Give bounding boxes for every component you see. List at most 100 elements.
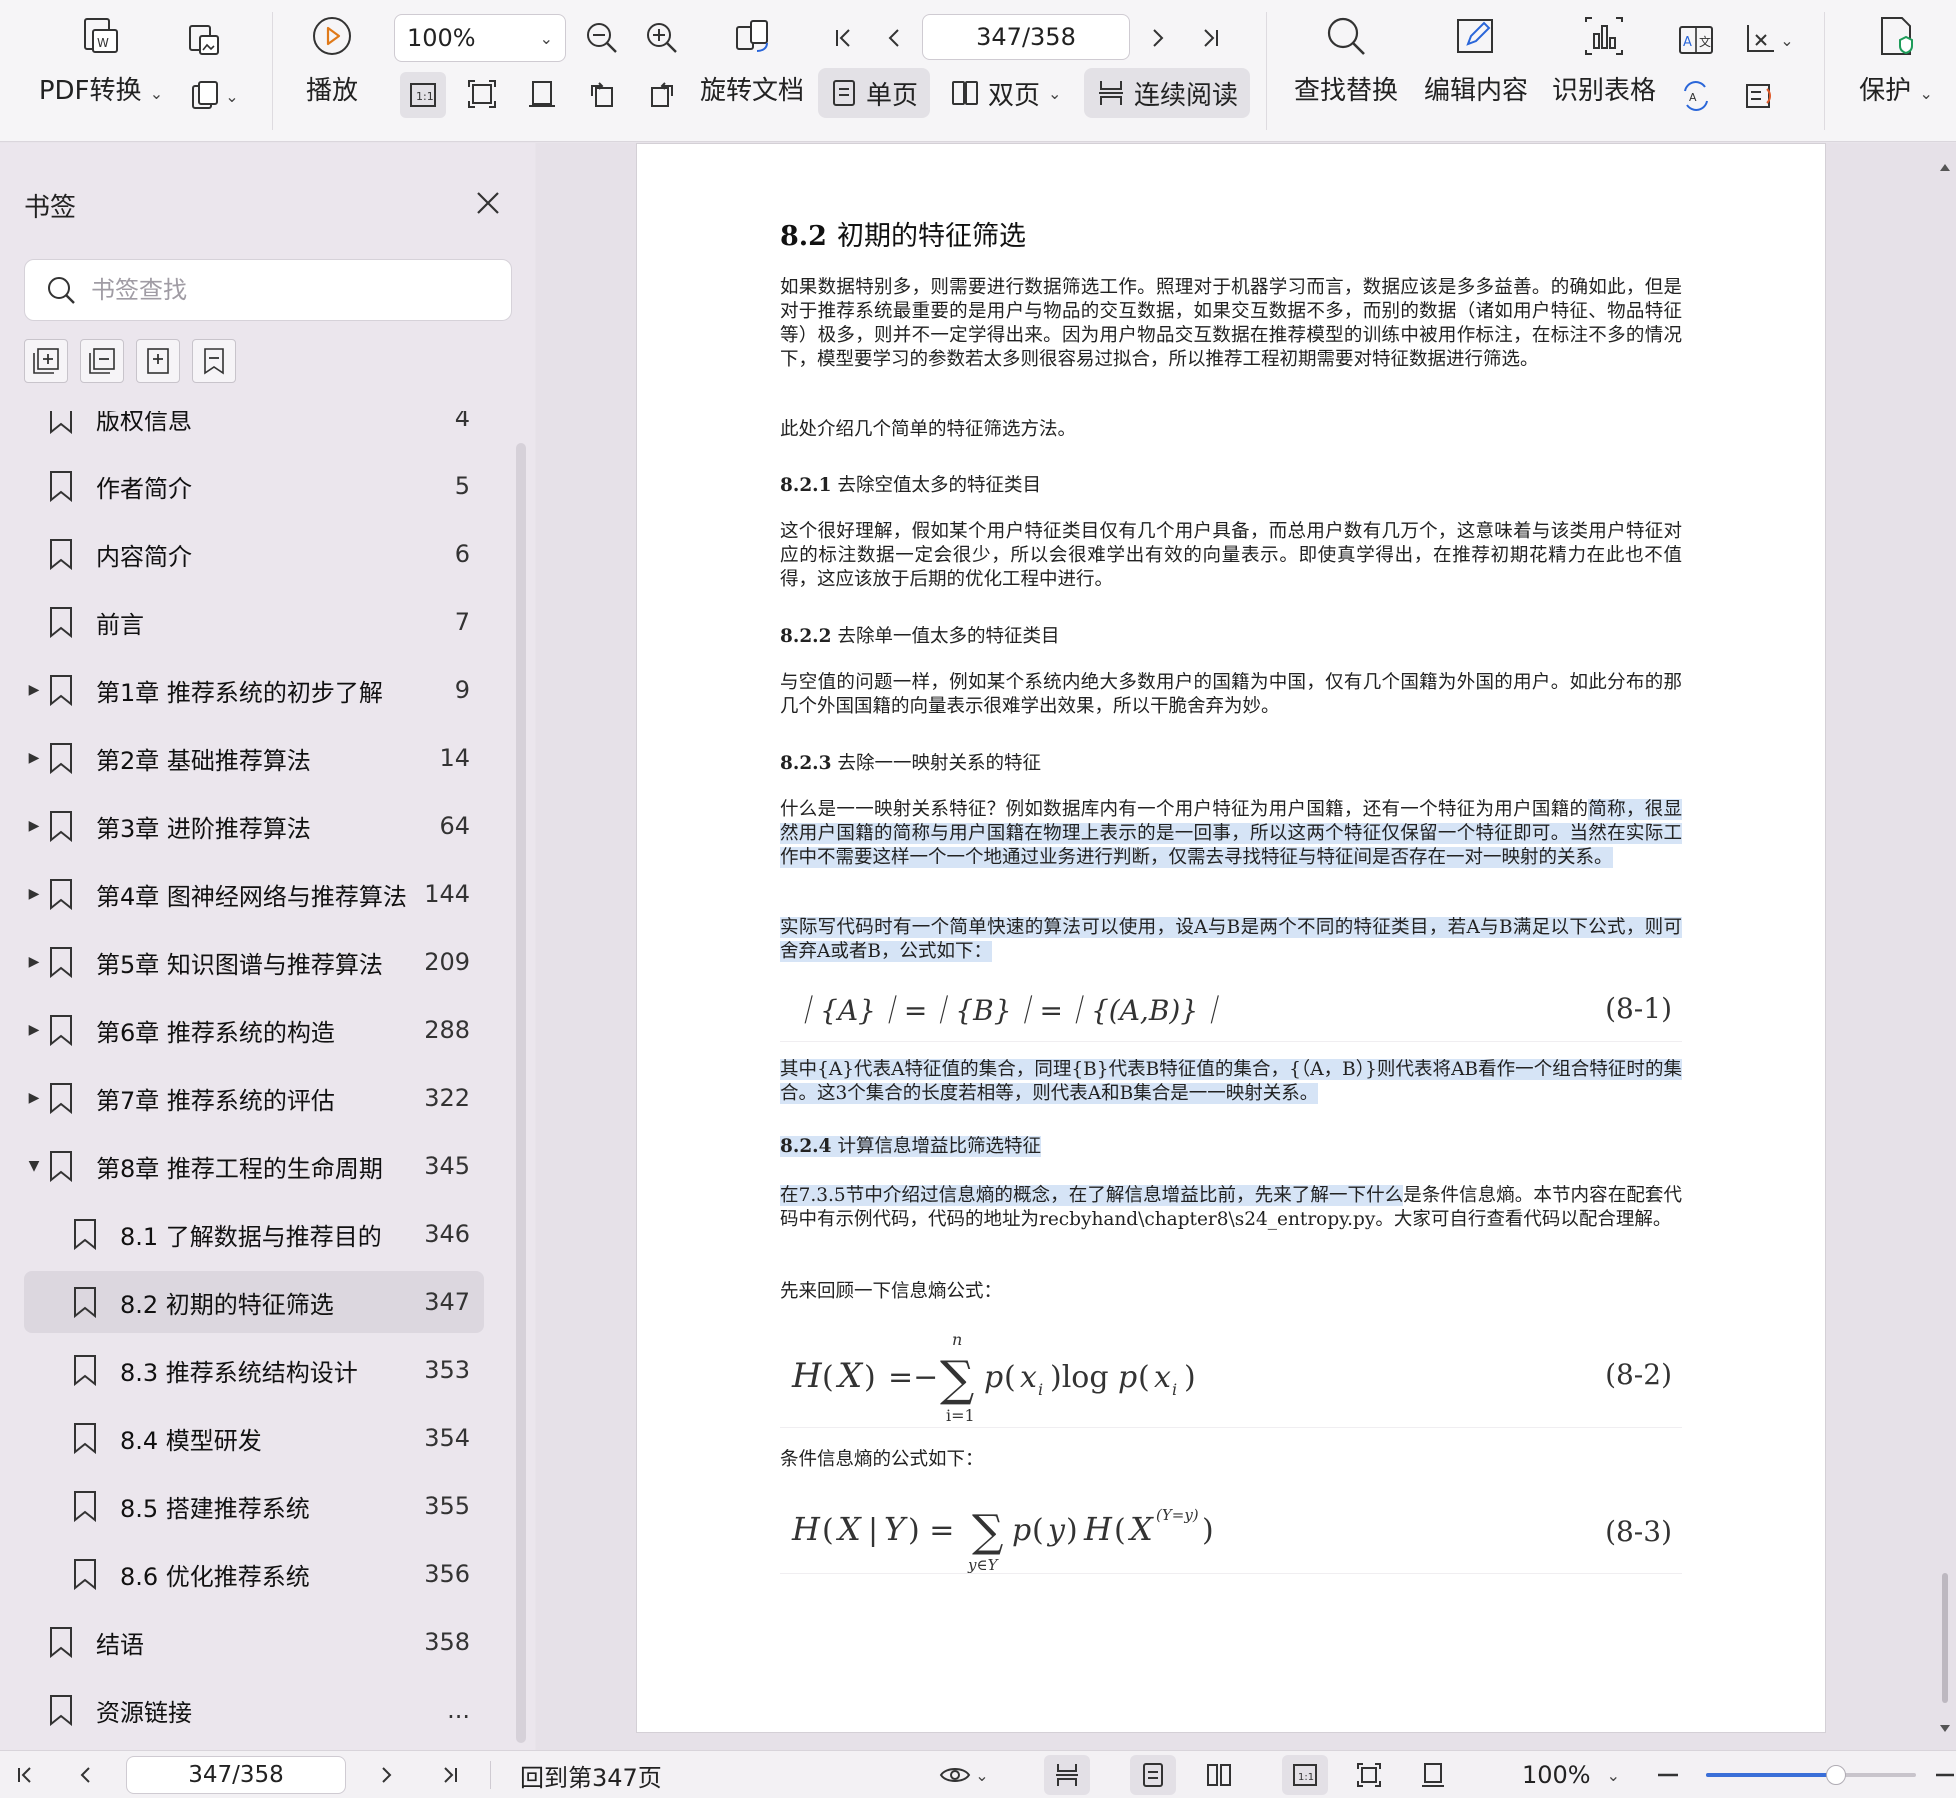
rotate-left-icon[interactable] xyxy=(580,72,624,116)
prev-page-icon[interactable] xyxy=(872,16,916,60)
last-page-icon[interactable] xyxy=(1188,16,1232,60)
fit-page-icon[interactable] xyxy=(1346,1759,1392,1791)
bookmark-item[interactable]: ▼ 第8章 推荐工程的生命周期 345 xyxy=(24,1135,484,1197)
single-view-icon[interactable] xyxy=(1130,1755,1176,1795)
page-number-input[interactable]: 347/358 xyxy=(922,14,1130,60)
play-label: 播放 xyxy=(305,76,358,106)
next-page-icon[interactable] xyxy=(368,1759,404,1791)
bookmark-item[interactable]: ▶ 第7章 推荐系统的评估 322 xyxy=(24,1067,484,1129)
double-page-button[interactable]: 双页 ⌄ xyxy=(938,68,1073,118)
bookmark-item[interactable]: 资源链接... xyxy=(24,1679,484,1741)
zoom-in-icon[interactable] xyxy=(640,16,684,60)
bookmark-item[interactable]: ▶ 第3章 进阶推荐算法 64 xyxy=(24,795,484,857)
bookmark-item[interactable]: 结语 358 xyxy=(24,1611,484,1673)
svg-text:n: n xyxy=(952,1330,962,1349)
collapsed-arrow-icon[interactable]: ▶ xyxy=(24,750,44,766)
selected-text[interactable]: 8.2.4 计算信息增益比筛选特征 xyxy=(780,1136,1042,1157)
collapsed-arrow-icon[interactable]: ▶ xyxy=(24,818,44,834)
find-replace-button[interactable]: 查找替换 xyxy=(1290,14,1402,107)
first-page-icon[interactable] xyxy=(822,16,866,60)
rotate-right-icon[interactable] xyxy=(640,72,684,116)
pdf-convert-button[interactable]: W PDF转换 ⌄ xyxy=(36,14,166,107)
rotate-document-button[interactable]: 旋转文档 xyxy=(700,14,804,107)
collapsed-arrow-icon[interactable]: ▶ xyxy=(24,954,44,970)
selected-text[interactable]: 实际写代码时有一个简单快速的算法可以使用，设A与B是两个不同的特征类目，若A与B… xyxy=(780,917,1682,962)
next-page-icon[interactable] xyxy=(1136,16,1180,60)
bookmark-item[interactable]: 内容简介 6 xyxy=(24,523,484,585)
bookmark-label: 8.5 搭建推荐系统 xyxy=(120,1494,310,1523)
bookmark-item[interactable]: 8.2 初期的特征筛选 347 xyxy=(24,1271,484,1333)
play-button[interactable]: 播放 xyxy=(300,14,364,107)
collapsed-arrow-icon[interactable]: ▶ xyxy=(24,886,44,902)
crop-icon[interactable]: ⌄ xyxy=(1736,18,1800,62)
zoom-slider-knob[interactable] xyxy=(1826,1765,1847,1785)
zoom-select[interactable]: 100% ⌄ xyxy=(1506,1759,1636,1791)
bookmark-item[interactable]: 8.5 搭建推荐系统 355 xyxy=(24,1475,484,1537)
delete-bookmark-icon[interactable] xyxy=(192,339,236,383)
zoom-out-icon[interactable] xyxy=(580,16,624,60)
bookmark-item[interactable]: 8.3 推荐系统结构设计 353 xyxy=(24,1339,484,1401)
add-bookmark-icon[interactable] xyxy=(136,339,180,383)
collapsed-arrow-icon[interactable]: ▶ xyxy=(24,1090,44,1106)
bookmark-item[interactable]: 8.1 了解数据与推荐目的 346 xyxy=(24,1203,484,1265)
svg-text:(: ( xyxy=(1004,1360,1016,1395)
double-view-icon[interactable] xyxy=(1196,1759,1242,1791)
translate-icon[interactable]: A文 xyxy=(1674,18,1718,62)
zoom-in-icon[interactable] xyxy=(1932,1759,1956,1791)
bookmark-item[interactable]: ▶ 第2章 基础推荐算法 14 xyxy=(24,727,484,789)
collapsed-arrow-icon[interactable]: ▶ xyxy=(24,1022,44,1038)
bookmark-item[interactable]: ▶ 第6章 推荐系统的构造 288 xyxy=(24,999,484,1061)
bookmark-item[interactable]: ▶ 第5章 知识图谱与推荐算法 209 xyxy=(24,931,484,993)
close-icon[interactable] xyxy=(472,187,504,219)
first-page-icon[interactable] xyxy=(8,1759,44,1791)
bookmark-item[interactable]: 版权信息 4 xyxy=(24,411,484,449)
zoom-select[interactable]: 100% ⌄ xyxy=(394,14,566,62)
collapse-all-icon[interactable] xyxy=(80,339,124,383)
eye-icon[interactable]: ⌄ xyxy=(934,1759,994,1791)
actual-size-icon[interactable]: 1:1 xyxy=(400,72,446,118)
bookmark-item[interactable]: 作者简介 5 xyxy=(24,455,484,517)
selected-text[interactable]: 在7.3.5节中介绍过信息熵的概念，在了解信息增益比前，先来了解一下什么 xyxy=(780,1185,1404,1206)
convert-more-icon[interactable]: ⌄ xyxy=(182,74,246,118)
fit-width-icon[interactable] xyxy=(1410,1759,1456,1791)
table-chart-icon xyxy=(1582,14,1626,58)
convert-text-icon[interactable]: A xyxy=(1674,74,1718,118)
svg-text:(Y=y): (Y=y) xyxy=(1156,1506,1199,1524)
image-convert-icon[interactable] xyxy=(182,18,226,62)
bookmark-item[interactable]: 8.6 优化推荐系统 356 xyxy=(24,1543,484,1605)
svg-text:p: p xyxy=(984,1360,1003,1395)
status-page-input[interactable]: 347/358 xyxy=(126,1756,346,1794)
compare-icon[interactable] xyxy=(1736,74,1780,118)
protect-button[interactable]: 保护 ⌄ xyxy=(1846,14,1946,107)
continuous-read-label: 连续阅读 xyxy=(1134,80,1239,111)
goto-page-link[interactable]: 回到第347页 xyxy=(520,1759,662,1792)
recognize-table-button[interactable]: 识别表格 xyxy=(1548,14,1660,107)
zoom-out-icon[interactable] xyxy=(1652,1759,1684,1791)
document-scrollbar[interactable] xyxy=(1934,143,1956,1750)
continuous-view-icon[interactable] xyxy=(1044,1755,1090,1795)
actual-size-icon[interactable]: 1:1 xyxy=(1282,1755,1328,1795)
expand-all-icon[interactable] xyxy=(24,339,68,383)
single-page-button[interactable]: 单页 xyxy=(818,68,931,118)
edit-content-button[interactable]: 编辑内容 xyxy=(1420,14,1532,107)
formula-8-3-expression: H ( X | Y ) = ∑ y∈Y p ( y ) H ( X (Y=y) … xyxy=(791,1506,1214,1574)
bookmark-item[interactable]: 前言 7 xyxy=(24,591,484,653)
sidebar-scrollbar[interactable] xyxy=(516,443,526,1743)
bookmark-item[interactable]: ▶ 第4章 图神经网络与推荐算法 144 xyxy=(24,863,484,925)
bookmark-item[interactable]: ▶ 第1章 推荐系统的初步了解 9 xyxy=(24,659,484,721)
bookmark-item[interactable]: 8.4 模型研发 354 xyxy=(24,1407,484,1469)
zoom-slider[interactable] xyxy=(1706,1765,1916,1785)
bookmark-search-box[interactable] xyxy=(24,259,512,321)
continuous-read-button[interactable]: 连续阅读 xyxy=(1084,68,1251,118)
last-page-icon[interactable] xyxy=(432,1759,468,1791)
collapsed-arrow-icon[interactable]: ▶ xyxy=(24,682,44,698)
edit-content-label: 编辑内容 xyxy=(1423,76,1528,106)
prev-page-icon[interactable] xyxy=(68,1759,104,1791)
fit-width-icon[interactable] xyxy=(520,72,564,116)
bookmark-search-input[interactable] xyxy=(91,276,471,304)
bookmark-label: 资源链接 xyxy=(96,1698,192,1727)
fit-page-icon[interactable] xyxy=(460,72,504,116)
selected-text[interactable]: 其中{A}代表A特征值的集合，同理{B}代表B特征值的集合，{（A，B）}则代表… xyxy=(780,1059,1682,1104)
expanded-arrow-icon[interactable]: ▼ xyxy=(24,1158,44,1174)
bookmark-label: 8.1 了解数据与推荐目的 xyxy=(120,1222,382,1251)
